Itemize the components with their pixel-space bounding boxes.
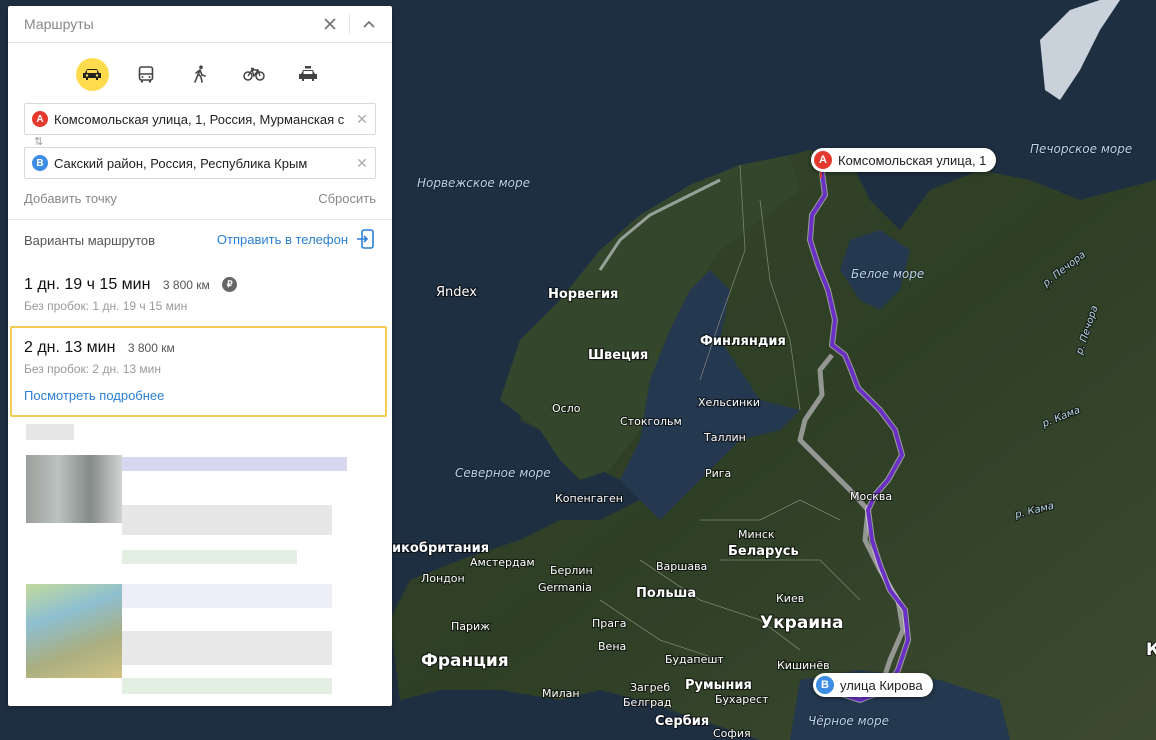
city-bucharest: Бухарест <box>715 693 769 706</box>
blurred-image-1 <box>26 455 122 523</box>
panel-header: Маршруты <box>8 6 392 43</box>
map-pin-b[interactable]: B улица Кирова <box>813 673 933 697</box>
country-label-uk: икобритания <box>392 541 489 556</box>
city-sofia: София <box>713 727 751 740</box>
city-stockholm: Стокгольм <box>620 415 682 428</box>
panel-title: Маршруты <box>24 16 94 32</box>
section-divider <box>8 219 392 220</box>
send-to-phone-label: Отправить в телефон <box>216 231 348 247</box>
country-label-romania: Румыния <box>685 678 752 693</box>
country-label-ukraine: Украина <box>760 613 843 633</box>
sea-label-white: Белое море <box>851 267 924 281</box>
walk-mode-button[interactable] <box>184 58 217 91</box>
city-warsaw: Варшава <box>656 560 707 573</box>
close-icon[interactable] <box>315 9 345 39</box>
point-b-field[interactable]: B Сакский район, Россия, Республика Крым… <box>24 147 376 179</box>
pin-a-badge: A <box>814 151 832 169</box>
route-option-1[interactable]: 1 дн. 19 ч 15 мин 3 800 км ₽ Без пробок:… <box>24 276 238 313</box>
blurred-text <box>122 457 347 471</box>
route-2-time: 2 дн. 13 мин <box>24 339 116 356</box>
blurred-heading <box>26 424 74 440</box>
city-belgrade: Белград <box>623 696 672 709</box>
country-label-serbia: Сербия <box>655 714 709 729</box>
sea-label-pechora: Печорское море <box>1030 142 1132 156</box>
country-label-poland: Польша <box>636 586 696 601</box>
country-label-finland: Финляндия <box>700 334 786 349</box>
taxi-icon <box>299 66 317 81</box>
phone-send-icon <box>357 229 374 249</box>
sea-label-black: Чёрное море <box>808 714 889 728</box>
car-icon <box>83 69 101 80</box>
clear-icon[interactable]: ✕ <box>349 111 375 128</box>
point-b-value: Сакский район, Россия, Республика Крым <box>54 155 308 171</box>
map-pin-a[interactable]: A Комсомольская улица, 1 <box>811 148 997 172</box>
map-edge-label: К <box>1146 640 1156 660</box>
city-milan: Милан <box>542 687 580 700</box>
sea-label-norwegian: Норвежское море <box>417 176 530 190</box>
pin-a-label: Комсомольская улица, 1 <box>838 152 987 168</box>
route-2-no-traffic: Без пробок: 2 дн. 13 мин <box>24 362 161 376</box>
city-moscow: Москва <box>850 490 892 503</box>
city-tallinn: Таллин <box>703 431 746 444</box>
transport-modes <box>8 45 392 103</box>
chevron-up-icon[interactable] <box>354 9 384 39</box>
blurred-text <box>122 550 297 564</box>
point-b-badge: B <box>32 155 48 171</box>
send-to-phone-link[interactable]: Отправить в телефон <box>217 229 376 249</box>
city-vienna: Вена <box>598 640 626 653</box>
city-oslo: Осло <box>552 402 581 415</box>
taxi-mode-button[interactable] <box>292 58 325 91</box>
walk-icon <box>194 65 206 83</box>
city-minsk: Минск <box>738 528 775 541</box>
country-label-germany: Germania <box>538 581 592 594</box>
header-divider <box>349 14 350 34</box>
city-zagreb: Загреб <box>630 681 670 694</box>
add-point-link[interactable]: Добавить точку <box>24 191 117 206</box>
route-1-no-traffic: Без пробок: 1 дн. 19 ч 15 мин <box>24 299 188 313</box>
pin-b-label: улица Кирова <box>840 677 923 693</box>
bicycle-icon <box>243 67 265 81</box>
blurred-text <box>122 584 332 608</box>
country-label-sweden: Швеция <box>588 348 648 363</box>
reset-link[interactable]: Сбросить <box>318 191 376 206</box>
country-label-norway: Норвегия <box>548 287 618 302</box>
yandex-watermark: Яndex <box>436 285 477 300</box>
routes-panel: Маршруты A Комсомольская улица, 1, Росси… <box>8 6 392 706</box>
toll-road-icon: ₽ <box>222 277 238 292</box>
route-option-2[interactable]: 2 дн. 13 мин 3 800 км Без пробок: 2 дн. … <box>24 339 175 376</box>
country-label-france: Франция <box>421 651 509 671</box>
route-1-time: 1 дн. 19 ч 15 мин <box>24 276 151 293</box>
route-variants-label: Варианты маршрутов <box>24 233 156 248</box>
city-copenhagen: Копенгаген <box>555 492 623 505</box>
point-a-badge: A <box>32 111 48 127</box>
blurred-text <box>122 505 332 535</box>
car-mode-button[interactable] <box>75 57 109 91</box>
route-details-link[interactable]: Посмотреть подробнее <box>24 388 164 403</box>
bike-mode-button[interactable] <box>238 58 271 91</box>
point-a-field[interactable]: A Комсомольская улица, 1, Россия, Мурман… <box>24 103 376 135</box>
city-riga: Рига <box>705 467 731 480</box>
city-berlin: Берлин <box>550 564 593 577</box>
city-budapest: Будапешт <box>665 653 724 666</box>
city-london: Лондон <box>421 572 465 585</box>
point-a-value: Комсомольская улица, 1, Россия, Мурманск… <box>54 111 345 127</box>
city-prague: Прага <box>592 617 627 630</box>
country-label-belarus: Беларусь <box>728 544 799 559</box>
city-paris: Париж <box>451 620 490 633</box>
city-kyiv: Киев <box>776 592 804 605</box>
transit-mode-button[interactable] <box>130 58 163 91</box>
bus-icon <box>138 65 154 82</box>
route-1-distance: 3 800 км <box>162 278 210 292</box>
sea-label-north: Северное море <box>455 466 551 480</box>
clear-icon[interactable]: ✕ <box>349 155 375 172</box>
blurred-text <box>122 631 332 665</box>
blurred-image-2 <box>26 584 122 678</box>
city-amsterdam: Амстердам <box>470 556 535 569</box>
city-chisinau: Кишинёв <box>777 659 830 672</box>
blurred-text <box>122 678 332 694</box>
city-helsinki: Хельсинки <box>698 396 760 409</box>
route-2-distance: 3 800 км <box>127 341 175 355</box>
pin-b-badge: B <box>816 676 834 694</box>
